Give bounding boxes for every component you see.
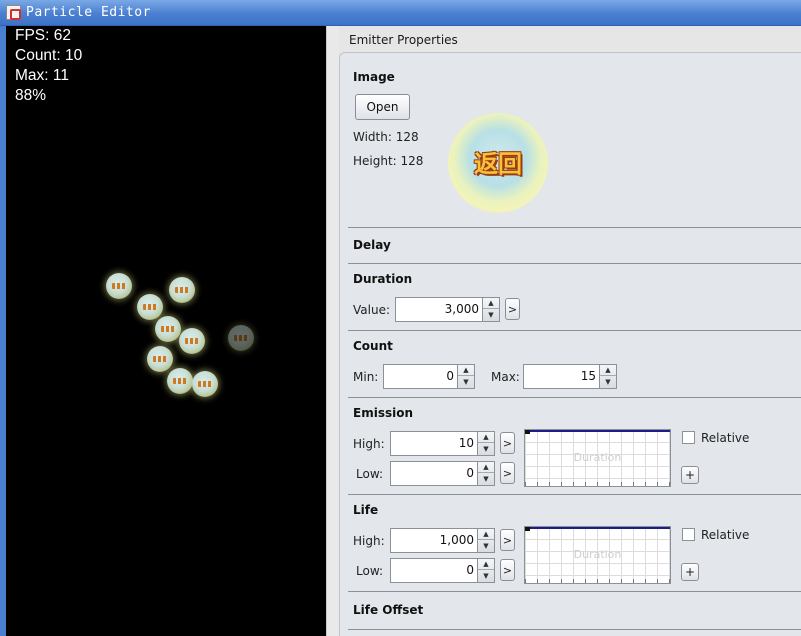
count-max-spinner[interactable]: 15 ▲ ▼ (523, 364, 617, 389)
count-min-value: 0 (446, 369, 454, 383)
image-height: Height: 128 (353, 154, 424, 168)
life-high-spinner[interactable]: 1,000 ▲ ▼ (390, 528, 495, 553)
particle (228, 325, 254, 351)
life-low-expand-button[interactable]: > (500, 559, 515, 581)
emission-add-point-button[interactable]: + (681, 466, 699, 484)
particle (155, 316, 181, 342)
section-divider (348, 629, 801, 630)
particle-image-preview: 返回 (448, 113, 548, 213)
image-glyphs: 返回 (474, 149, 522, 178)
section-divider (348, 330, 801, 331)
life-relative-label: Relative (701, 528, 750, 542)
life-add-point-button[interactable]: + (681, 563, 699, 581)
spinner-up-icon[interactable]: ▲ (483, 298, 499, 309)
image-heading: Image (353, 70, 395, 84)
duration-value: 3,000 (444, 302, 479, 316)
emission-heading: Emission (353, 406, 413, 420)
count-min-spinner[interactable]: 0 ▲ ▼ (383, 364, 475, 389)
spinner-up-icon[interactable]: ▲ (478, 462, 494, 473)
graph-control-point[interactable] (525, 430, 530, 434)
section-divider (348, 263, 801, 264)
count-max-label: Max: (491, 370, 520, 384)
graph-ticks (525, 579, 670, 583)
life-relative-checkbox[interactable] (682, 528, 695, 541)
section-divider (348, 494, 801, 495)
duration-value-spinner[interactable]: 3,000 ▲ ▼ (395, 297, 500, 322)
emitter-properties-panel: Image Open Width: 128 Height: 128 返回 Del… (339, 52, 801, 636)
duration-value-label: Value: (353, 303, 390, 317)
particle (106, 273, 132, 299)
spinner-down-icon[interactable]: ▼ (458, 376, 474, 387)
section-divider (348, 397, 801, 398)
life-low-spinner[interactable]: 0 ▲ ▼ (390, 558, 495, 583)
life-scale-graph[interactable]: Duration (524, 526, 671, 584)
particle (179, 328, 205, 354)
panel-title: Emitter Properties (349, 33, 458, 47)
life-high-expand-button[interactable]: > (500, 529, 515, 551)
particle-preview[interactable]: FPS: 62 Count: 10 Max: 11 88% (6, 26, 326, 636)
open-image-button[interactable]: Open (355, 94, 410, 120)
zoom-readout: 88% (15, 87, 47, 104)
emission-relative-label: Relative (701, 431, 750, 445)
emission-scale-graph[interactable]: Duration (524, 429, 671, 487)
image-width: Width: 128 (353, 130, 419, 144)
life-heading: Life (353, 503, 379, 517)
graph-control-point[interactable] (525, 527, 530, 531)
window-titlebar: Particle Editor (0, 0, 801, 26)
graph-caption: Duration (573, 548, 622, 561)
spinner-down-icon[interactable]: ▼ (478, 570, 494, 581)
particle (137, 294, 163, 320)
life-high-value: 1,000 (439, 533, 474, 547)
life-low-value: 0 (466, 563, 474, 577)
fps-readout: FPS: 62 (15, 27, 71, 44)
count-readout: Count: 10 (15, 47, 83, 64)
spinner-down-icon[interactable]: ▼ (478, 473, 494, 484)
spinner-up-icon[interactable]: ▲ (478, 432, 494, 443)
delay-heading[interactable]: Delay (353, 238, 391, 252)
section-divider (348, 227, 801, 228)
spinner-down-icon[interactable]: ▼ (478, 443, 494, 454)
emission-low-spinner[interactable]: 0 ▲ ▼ (390, 461, 495, 486)
graph-curve (525, 527, 670, 529)
section-divider (348, 591, 801, 592)
count-min-label: Min: (353, 370, 379, 384)
spinner-down-icon[interactable]: ▼ (478, 540, 494, 551)
life-low-label: Low: (356, 564, 384, 578)
spinner-up-icon[interactable]: ▲ (478, 529, 494, 540)
emission-high-label: High: (353, 437, 385, 451)
max-readout: Max: 11 (15, 67, 69, 84)
count-heading: Count (353, 339, 393, 353)
duration-expand-button[interactable]: > (505, 298, 520, 320)
emission-relative-checkbox[interactable] (682, 431, 695, 444)
particle (169, 277, 195, 303)
spinner-up-icon[interactable]: ▲ (600, 365, 616, 376)
particle (147, 346, 173, 372)
life-high-label: High: (353, 534, 385, 548)
split-pane-divider[interactable] (326, 26, 339, 636)
preview-stats: FPS: 62 Count: 10 Max: 11 88% (15, 26, 82, 106)
emission-high-value: 10 (458, 436, 474, 450)
emission-low-expand-button[interactable]: > (500, 462, 515, 484)
duration-heading: Duration (353, 272, 413, 286)
life-offset-heading: Life Offset (353, 603, 424, 617)
window-title: Particle Editor (26, 5, 151, 20)
spinner-down-icon[interactable]: ▼ (600, 376, 616, 387)
particle (167, 368, 193, 394)
graph-ticks (525, 482, 670, 486)
graph-caption: Duration (573, 451, 622, 464)
spinner-down-icon[interactable]: ▼ (483, 309, 499, 320)
java-cup-icon[interactable] (6, 5, 21, 20)
emission-low-label: Low: (356, 467, 384, 481)
emission-high-expand-button[interactable]: > (500, 432, 515, 454)
count-max-value: 15 (580, 369, 596, 383)
particle (192, 371, 218, 397)
graph-curve (525, 430, 670, 432)
spinner-up-icon[interactable]: ▲ (478, 559, 494, 570)
emission-high-spinner[interactable]: 10 ▲ ▼ (390, 431, 495, 456)
spinner-up-icon[interactable]: ▲ (458, 365, 474, 376)
emission-low-value: 0 (466, 466, 474, 480)
